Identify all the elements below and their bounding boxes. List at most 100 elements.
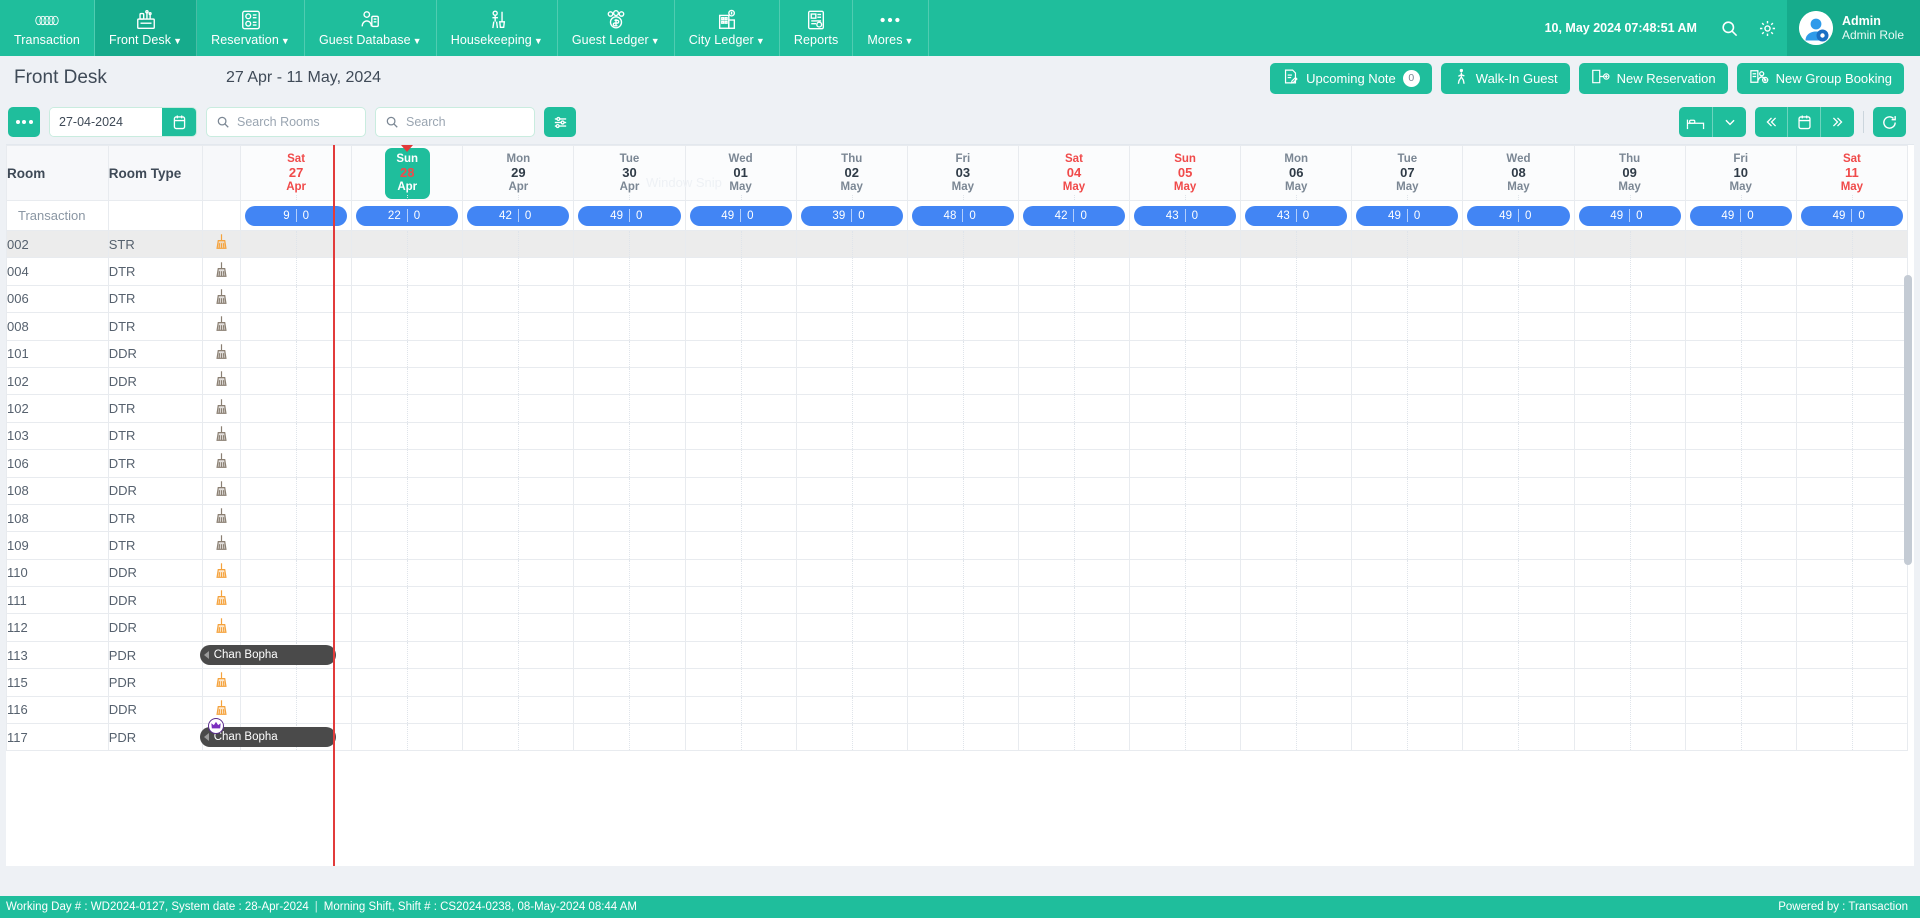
calendar-cell[interactable] (1351, 531, 1464, 560)
calendar-cell[interactable] (1795, 586, 1909, 615)
day-header-08-May[interactable]: Wed 08 May (1462, 145, 1575, 201)
calendar-cell[interactable] (1573, 449, 1686, 478)
calendar-cell[interactable] (906, 503, 1019, 533)
calendar-cell[interactable] (351, 284, 464, 314)
calendar-cell[interactable] (1240, 723, 1353, 752)
occupancy-pill[interactable]: 90 (245, 205, 348, 226)
calendar-cell[interactable] (1129, 421, 1242, 451)
calendar-cell[interactable] (1795, 229, 1909, 259)
table-row[interactable]: 108 DTR (6, 503, 1909, 533)
calendar-cell[interactable] (1684, 257, 1797, 286)
calendar-cell[interactable] (1684, 476, 1797, 505)
calendar-cell[interactable] (573, 668, 686, 697)
calendar-cell[interactable] (462, 695, 575, 725)
calendar-cell[interactable] (1795, 723, 1909, 752)
calendar-cell[interactable] (1795, 503, 1909, 533)
calendar-cell[interactable] (1795, 312, 1909, 341)
calendar-cell[interactable] (462, 531, 575, 560)
calendar-cell[interactable] (1795, 640, 1909, 670)
calendar-cell[interactable] (1684, 449, 1797, 478)
calendar-cell[interactable] (684, 449, 797, 478)
table-row[interactable]: 102 DTR (6, 394, 1909, 423)
calendar-cell[interactable] (906, 449, 1019, 478)
calendar-cell[interactable] (684, 284, 797, 314)
calendar-cell[interactable] (1351, 723, 1464, 752)
calendar-cell[interactable] (1573, 503, 1686, 533)
calendar-cell[interactable] (351, 257, 464, 286)
calendar-cell[interactable] (1462, 503, 1575, 533)
calendar-cell[interactable] (573, 613, 686, 642)
calendar-cell[interactable] (573, 229, 686, 259)
calendar-cell[interactable] (1240, 284, 1353, 314)
calendar-cell[interactable] (1017, 531, 1131, 560)
calendar-cell[interactable] (684, 668, 797, 697)
calendar-cell[interactable] (1240, 531, 1353, 560)
calendar-cell[interactable] (1129, 558, 1242, 588)
new-reservation-button[interactable]: New Reservation (1578, 62, 1728, 94)
table-row[interactable]: 002 STR (6, 229, 1909, 259)
calendar-cell[interactable] (462, 586, 575, 615)
refresh-icon[interactable] (1873, 107, 1906, 137)
calendar-cell[interactable] (1351, 284, 1464, 314)
calendar-cell[interactable] (1240, 613, 1353, 642)
calendar-cell[interactable] (1351, 476, 1464, 505)
calendar-cell[interactable] (462, 613, 575, 642)
calendar-cell[interactable] (573, 503, 686, 533)
calendar-cell[interactable] (351, 695, 464, 725)
table-row[interactable]: 102 DDR (6, 366, 1909, 396)
calendar-cell[interactable] (795, 640, 908, 670)
date-input[interactable] (50, 108, 162, 136)
broom-icon[interactable] (202, 531, 242, 560)
calendar-cell[interactable] (1017, 586, 1131, 615)
table-row[interactable]: 116 DDR (6, 695, 1909, 725)
calendar-cell[interactable] (1240, 366, 1353, 396)
nav-item-transaction[interactable]: Transaction (0, 0, 95, 56)
next-period-button[interactable] (1821, 107, 1854, 137)
transaction-cell[interactable]: 22 0 (351, 200, 464, 231)
table-row[interactable]: 109 DTR (6, 531, 1909, 560)
transaction-cell[interactable]: 39 0 (795, 200, 908, 231)
calendar-cell[interactable] (1684, 640, 1797, 670)
calendar-cell[interactable] (1351, 421, 1464, 451)
calendar-cell[interactable] (1684, 366, 1797, 396)
calendar-cell[interactable] (684, 586, 797, 615)
calendar-cell[interactable] (462, 312, 575, 341)
broom-icon[interactable] (202, 312, 242, 341)
day-header-29-Apr[interactable]: Mon 29 Apr (462, 145, 575, 201)
calendar-cell[interactable] (351, 312, 464, 341)
calendar-cell[interactable] (1017, 449, 1131, 478)
transaction-cell[interactable]: 42 0 (462, 200, 575, 231)
calendar-cell[interactable] (351, 229, 464, 259)
calendar-cell[interactable] (906, 531, 1019, 560)
calendar-cell[interactable] (684, 312, 797, 341)
calendar-cell[interactable] (573, 257, 686, 286)
calendar-cell[interactable] (462, 257, 575, 286)
calendar-cell[interactable] (1351, 558, 1464, 588)
calendar-cell[interactable] (684, 723, 797, 752)
calendar-cell[interactable] (1573, 558, 1686, 588)
table-row[interactable]: 006 DTR (6, 284, 1909, 314)
nav-item-guest-ledger[interactable]: Guest Ledger ▼ (558, 0, 675, 56)
calendar-cell[interactable] (1017, 257, 1131, 286)
table-row[interactable]: 111 DDR (6, 586, 1909, 615)
calendar-cell[interactable] (1129, 613, 1242, 642)
calendar-cell[interactable] (351, 449, 464, 478)
calendar-cell[interactable] (1129, 695, 1242, 725)
calendar-cell[interactable] (462, 640, 575, 670)
booking-bar[interactable]: Chan Bopha (199, 644, 336, 665)
calendar-cell[interactable] (1684, 613, 1797, 642)
calendar-cell[interactable] (1573, 366, 1686, 396)
calendar-cell[interactable] (1351, 394, 1464, 423)
transaction-cell[interactable]: 49 0 (573, 200, 686, 231)
transaction-cell[interactable]: 43 0 (1129, 200, 1242, 231)
calendar-cell[interactable] (906, 558, 1019, 588)
transaction-cell[interactable]: 49 0 (1351, 200, 1464, 231)
occupancy-pill[interactable]: 49 0 (1578, 205, 1681, 226)
calendar-cell[interactable] (1795, 449, 1909, 478)
more-options-button[interactable] (8, 107, 40, 137)
calendar-cell[interactable] (1795, 421, 1909, 451)
broom-icon[interactable] (202, 558, 242, 588)
calendar-cell[interactable] (1240, 558, 1353, 588)
broom-icon[interactable] (202, 668, 242, 697)
calendar-cell[interactable] (1017, 723, 1131, 752)
